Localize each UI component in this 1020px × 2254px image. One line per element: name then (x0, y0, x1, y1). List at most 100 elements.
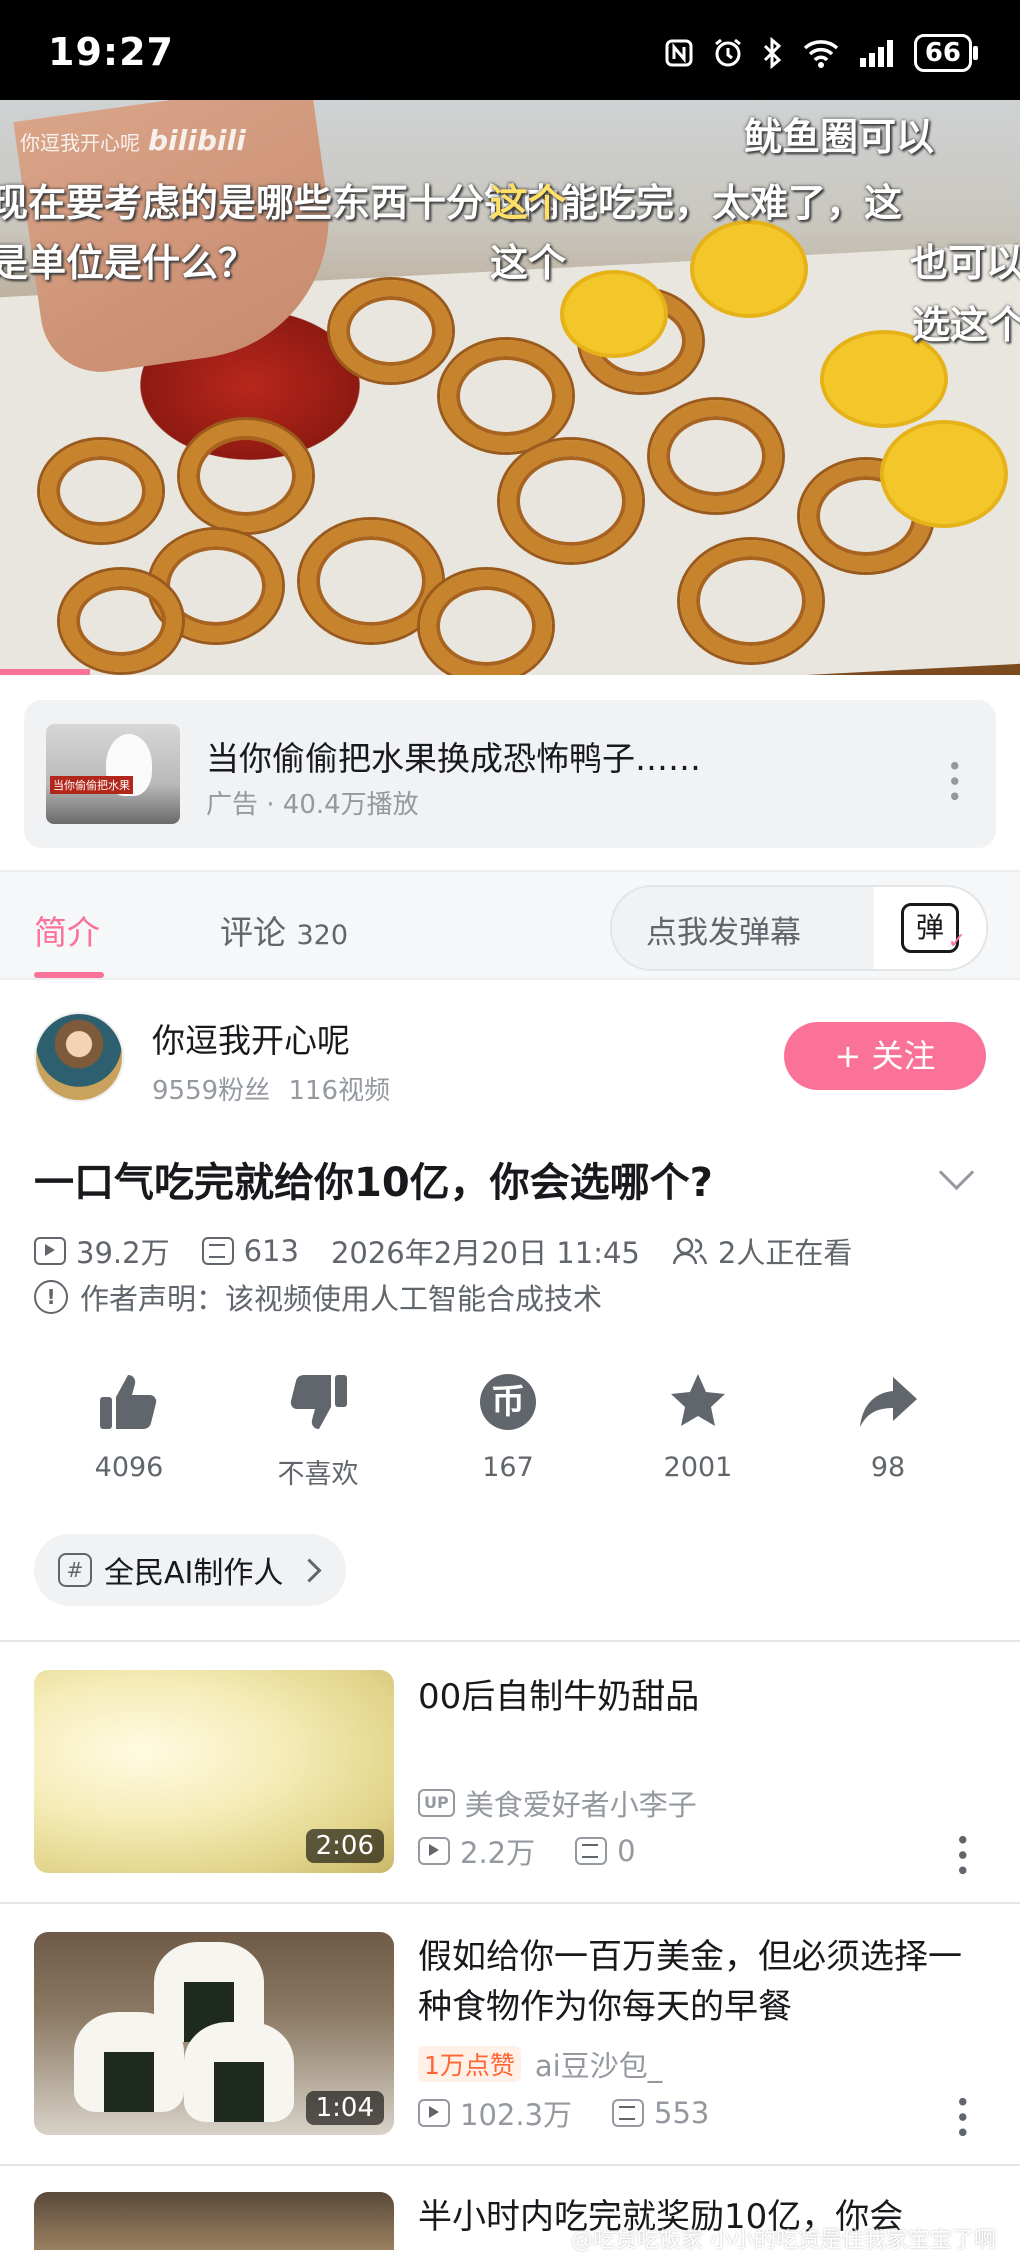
uploader-videos: 116视频 (288, 1076, 391, 1106)
divider (0, 2164, 1020, 2166)
rec-thumbnail[interactable] (34, 2192, 394, 2250)
video-frame-lemon (560, 270, 668, 358)
rec-thumbnail[interactable]: 1:04 (34, 1932, 394, 2135)
topic-tag[interactable]: # 全民AI制作人 (34, 1534, 347, 1606)
like-button[interactable]: 4096 (64, 1368, 194, 1483)
video-frame-lemon (690, 220, 808, 318)
chevron-right-icon (297, 1557, 322, 1583)
rec-duration: 1:04 (305, 2091, 384, 2125)
rec-title[interactable]: 假如给你一百万美金，但必须选择一种食物作为你每天的早餐 (418, 1932, 978, 2032)
danmaku-toggle-button[interactable]: 弹 (874, 887, 986, 969)
rec-thumbnail-onigiri (74, 2012, 184, 2112)
video-frame-ring (40, 440, 162, 542)
rec-danmaku: 0 (617, 1834, 636, 1868)
danmaku-item: 这个 (490, 181, 567, 225)
chevron-down-icon[interactable] (938, 1154, 975, 1191)
publish-date: 2026年2月20日 11:45 (330, 1236, 640, 1270)
view-count: 39.2万 (76, 1236, 170, 1270)
danmaku-item: 是单位是什么？ (0, 241, 257, 285)
signal-icon (859, 40, 893, 67)
bluetooth-icon (763, 37, 782, 69)
star-icon (671, 1374, 725, 1426)
video-frame-ring (420, 570, 552, 675)
follow-button[interactable]: + 关注 (784, 1022, 986, 1090)
alarm-icon (714, 38, 741, 67)
video-frame-ring (330, 280, 452, 382)
tab-comments-count: 320 (296, 920, 349, 951)
share-arrow-icon (860, 1377, 917, 1427)
rec-duration: 2:06 (305, 1829, 384, 1863)
danmaku-input[interactable]: 点我发弹幕 弹 (610, 885, 988, 971)
danmaku-item: 鱿鱼圈可以 (744, 115, 935, 159)
rec-uploader-row: UP 美食爱好者小李子 (418, 1782, 697, 1824)
ad-thumbnail-caption: 当你偷偷把水果 (50, 776, 133, 794)
more-icon[interactable]: ••• (946, 2094, 976, 2140)
rec-stats-row: 2.2万 0 (418, 1830, 636, 1872)
video-player[interactable]: 鱿鱼圈可以 现在要考虑的是哪些东西十分钟内能吃完，太难了，这 这个 是单位是什么… (0, 100, 1020, 675)
exclamation-icon: ! (34, 1280, 68, 1314)
watermark-user: 你逗我开心呢 (20, 131, 140, 155)
thumbs-down-icon (290, 1375, 347, 1429)
danmaku-count-icon (612, 2099, 645, 2127)
video-frame-ring (60, 570, 182, 672)
rec-hot-badge: 1万点赞 (418, 2046, 521, 2082)
play-count-icon (418, 1837, 450, 1865)
coin-button[interactable]: 币 167 (443, 1368, 573, 1483)
danmaku-item: 也可以 (910, 241, 1020, 285)
like-count: 4096 (94, 1452, 164, 1483)
rec-stats-row: 102.3万 553 (418, 2092, 709, 2134)
play-count-icon (418, 2099, 450, 2127)
danmaku-count-icon (201, 1237, 234, 1265)
ad-meta: 广告 · 40.4万播放 (206, 790, 419, 820)
rec-uploader-row: 1万点赞 ai豆沙包_ (418, 2043, 662, 2085)
thumbs-up-icon (100, 1375, 157, 1429)
ad-card[interactable]: 当你偷偷把水果 当你偷偷把水果换成恐怖鸭子…… 广告 · 40.4万播放 ••• (24, 700, 996, 848)
danmaku-tv-icon: 弹 (901, 903, 966, 964)
video-frame-ring (440, 340, 572, 452)
divider (0, 978, 1020, 980)
danmaku-count-icon (575, 1837, 608, 1865)
rec-uploader: 美食爱好者小李子 (464, 1788, 697, 1822)
status-bar: 19:27 66 (0, 0, 1020, 100)
people-icon (672, 1237, 708, 1265)
uploader-fans: 9559粉丝 (152, 1076, 271, 1106)
topic-tag-label: 全民AI制作人 (104, 1556, 284, 1591)
tab-comments[interactable]: 评论 320 (220, 906, 348, 954)
favorite-count: 2001 (663, 1452, 733, 1483)
dislike-button[interactable]: 不喜欢 (253, 1368, 383, 1491)
wifi-icon (803, 40, 838, 68)
coin-count: 167 (482, 1452, 534, 1483)
watching-count: 2人正在看 (717, 1236, 853, 1270)
battery-icon: 66 (913, 34, 979, 72)
rec-thumbnail[interactable]: 2:06 (34, 1670, 394, 1873)
danmaku-input-placeholder: 点我发弹幕 (646, 915, 801, 951)
status-time: 19:27 (48, 30, 174, 74)
rec-danmaku: 553 (654, 2096, 710, 2130)
avatar[interactable] (34, 1012, 124, 1102)
more-icon[interactable]: ••• (946, 1832, 976, 1878)
danmaku-item: 这个 (490, 241, 567, 285)
ad-title: 当你偷偷把水果换成恐怖鸭子…… (206, 739, 701, 778)
bilibili-logo: bilibili (148, 124, 246, 157)
author-declaration: ! 作者声明：该视频使用人工智能合成技术 (34, 1276, 602, 1318)
video-progress-bar[interactable] (0, 669, 90, 675)
ad-thumbnail: 当你偷偷把水果 (46, 724, 180, 824)
danmaku-item: 现在要考虑的是哪些东西十分钟内能吃完，太难了，这 (0, 181, 903, 225)
share-button[interactable]: 98 (823, 1368, 953, 1483)
dislike-label: 不喜欢 (277, 1459, 359, 1490)
rec-thumbnail-onigiri (184, 2022, 294, 2122)
video-frame-lemon (880, 420, 1008, 528)
more-icon[interactable]: ••• (938, 758, 968, 804)
hashtag-icon: # (58, 1553, 92, 1587)
play-count-icon (34, 1237, 66, 1265)
divider (0, 1902, 1020, 1904)
video-frame-ring (180, 420, 312, 532)
rec-views: 2.2万 (460, 1836, 536, 1870)
uploader-name[interactable]: 你逗我开心呢 (152, 1014, 350, 1062)
tab-intro[interactable]: 简介 (34, 906, 100, 954)
rec-title[interactable]: 00后自制牛奶甜品 (418, 1672, 978, 1722)
danmaku-item: 选这个 (912, 303, 1020, 347)
nfc-icon (665, 39, 693, 67)
coin-icon: 币 (480, 1374, 536, 1430)
favorite-button[interactable]: 2001 (633, 1368, 763, 1483)
